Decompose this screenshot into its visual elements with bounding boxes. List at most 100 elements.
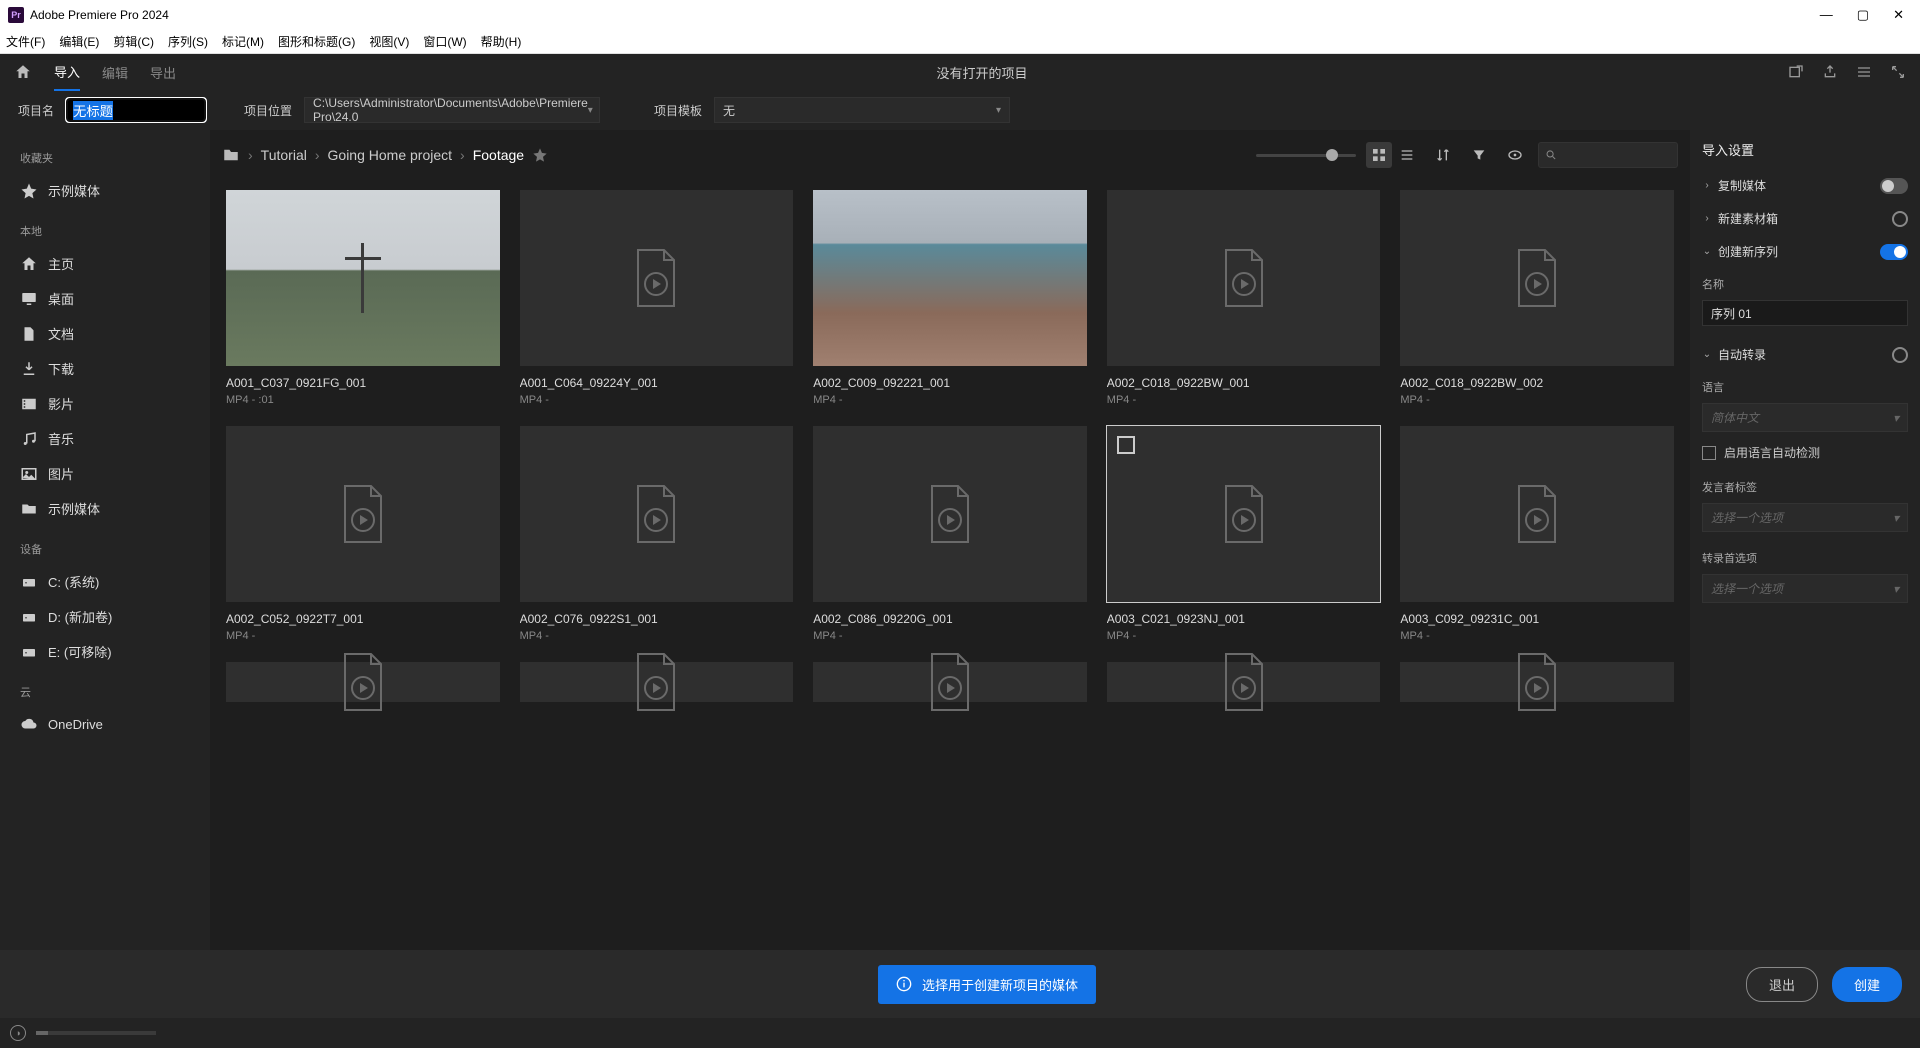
copy-media-toggle[interactable] [1880,178,1908,194]
clip-meta: MP4 - [813,394,1087,406]
sidebar-item[interactable]: 示例媒体 [0,174,210,207]
breadcrumb-item[interactable]: Going Home project [328,147,453,163]
clip-meta: MP4 - [1107,630,1381,642]
filter-button[interactable] [1466,142,1492,168]
sidebar-item-label: OneDrive [48,717,103,732]
media-clip[interactable]: A003_C021_0923NJ_001MP4 - [1107,426,1381,642]
sidebar-item-label: 音乐 [48,429,74,448]
media-clip[interactable] [1400,662,1674,702]
project-name-input[interactable] [66,98,206,122]
drive-icon [20,608,38,626]
quick-export-icon[interactable] [1788,64,1804,80]
menu-help[interactable]: 帮助(H) [481,33,522,50]
sidebar-section-header: 设备 [0,535,210,563]
share-icon[interactable] [1822,64,1838,80]
maximize-button[interactable]: ▢ [1857,7,1869,23]
chevron-right-icon: › [1702,213,1712,224]
transcribe-options-dropdown[interactable]: 选择一个选项▾ [1702,574,1908,603]
project-template-dropdown[interactable]: 无 ▾ [714,97,1010,123]
menu-marker[interactable]: 标记(M) [222,33,264,50]
media-clip[interactable]: A001_C064_09224Y_001MP4 - [520,190,794,406]
media-clip[interactable]: A002_C086_09220G_001MP4 - [813,426,1087,642]
folder-icon[interactable] [222,146,240,164]
media-clip[interactable]: A002_C018_0922BW_001MP4 - [1107,190,1381,406]
search-input[interactable] [1561,148,1671,163]
sidebar-item[interactable]: 示例媒体 [0,492,210,525]
minimize-button[interactable]: — [1820,7,1833,23]
auto-detect-checkbox[interactable] [1702,446,1716,460]
tab-import[interactable]: 导入 [54,54,80,91]
tab-edit[interactable]: 编辑 [102,55,128,90]
sidebar-item[interactable]: OneDrive [0,708,210,740]
sidebar-item[interactable]: 下载 [0,352,210,385]
speaker-dropdown[interactable]: 选择一个选项▾ [1702,503,1908,532]
new-bin-row[interactable]: ›新建素材箱 [1702,204,1908,233]
workspace-icon[interactable] [1856,64,1872,80]
new-sequence-row[interactable]: ⌄创建新序列 [1702,237,1908,266]
auto-transcribe-toggle[interactable] [1892,347,1908,363]
breadcrumb-item[interactable]: Tutorial [261,147,307,163]
auto-transcribe-row[interactable]: ⌄自动转录 [1702,340,1908,369]
home-icon[interactable] [14,63,32,81]
breadcrumb-item[interactable]: Footage [473,147,524,163]
sequence-name-input[interactable] [1702,300,1908,326]
sidebar-item-label: C: (系统) [48,572,99,591]
language-dropdown[interactable]: 简体中文▾ [1702,403,1908,432]
exit-button[interactable]: 退出 [1746,967,1818,1002]
menu-edit[interactable]: 编辑(E) [59,33,99,50]
media-clip[interactable] [813,662,1087,702]
media-clip[interactable]: A002_C076_0922S1_001MP4 - [520,426,794,642]
titlebar: Pr Adobe Premiere Pro 2024 — ▢ ✕ [0,0,1920,30]
close-button[interactable]: ✕ [1893,7,1904,23]
media-clip[interactable]: A003_C092_09231C_001MP4 - [1400,426,1674,642]
media-clip[interactable] [1107,662,1381,702]
sidebar-item[interactable]: 音乐 [0,422,210,455]
menu-file[interactable]: 文件(F) [6,33,45,50]
menu-sequence[interactable]: 序列(S) [168,33,208,50]
menu-graphics[interactable]: 图形和标题(G) [278,33,355,50]
menu-view[interactable]: 视图(V) [369,33,409,50]
project-template-label: 项目模板 [654,102,702,119]
menu-window[interactable]: 窗口(W) [423,33,466,50]
auto-detect-row[interactable]: 启用语言自动检测 [1702,444,1908,461]
preview-button[interactable] [1502,142,1528,168]
search-box[interactable] [1538,142,1678,168]
grid-view-button[interactable] [1366,142,1392,168]
project-location-dropdown[interactable]: C:\Users\Administrator\Documents\Adobe\P… [304,97,600,123]
list-view-button[interactable] [1394,142,1420,168]
sidebar-item[interactable]: 影片 [0,387,210,420]
media-clip[interactable]: A002_C009_092221_001MP4 - [813,190,1087,406]
new-sequence-toggle[interactable] [1880,244,1908,260]
fullscreen-icon[interactable] [1890,64,1906,80]
sidebar-item-label: 主页 [48,254,74,273]
media-clip[interactable]: A002_C018_0922BW_002MP4 - [1400,190,1674,406]
menu-clip[interactable]: 剪辑(C) [113,33,154,50]
sidebar-item[interactable]: 主页 [0,247,210,280]
sidebar-item-label: 影片 [48,394,74,413]
new-bin-toggle[interactable] [1892,211,1908,227]
transcribe-options-label: 转录首选项 [1702,550,1908,566]
media-clip[interactable] [226,662,500,702]
clip-name: A002_C052_0922T7_001 [226,612,500,626]
sidebar-item[interactable]: 文档 [0,317,210,350]
sidebar-item[interactable]: E: (可移除) [0,635,210,668]
creative-cloud-icon[interactable]: ◑ [10,1025,26,1041]
sidebar-item[interactable]: 图片 [0,457,210,490]
sidebar-item[interactable]: 桌面 [0,282,210,315]
speaker-label: 发言者标签 [1702,479,1908,495]
copy-media-row[interactable]: ›复制媒体 [1702,171,1908,200]
sort-button[interactable] [1430,142,1456,168]
sidebar-item[interactable]: C: (系统) [0,565,210,598]
auto-detect-label: 启用语言自动检测 [1724,444,1820,461]
sidebar-item[interactable]: D: (新加卷) [0,600,210,633]
media-clip[interactable] [520,662,794,702]
tab-export[interactable]: 导出 [150,55,176,90]
media-clip[interactable]: A002_C052_0922T7_001MP4 - [226,426,500,642]
thumbnail-grid: A001_C037_0921FG_001MP4 - :01A001_C064_0… [222,180,1678,950]
create-button[interactable]: 创建 [1832,967,1902,1002]
document-icon [20,325,38,343]
clip-name: A003_C092_09231C_001 [1400,612,1674,626]
thumbnail-zoom-slider[interactable] [1256,147,1356,163]
media-clip[interactable]: A001_C037_0921FG_001MP4 - :01 [226,190,500,406]
favorite-star-icon[interactable] [532,147,548,163]
